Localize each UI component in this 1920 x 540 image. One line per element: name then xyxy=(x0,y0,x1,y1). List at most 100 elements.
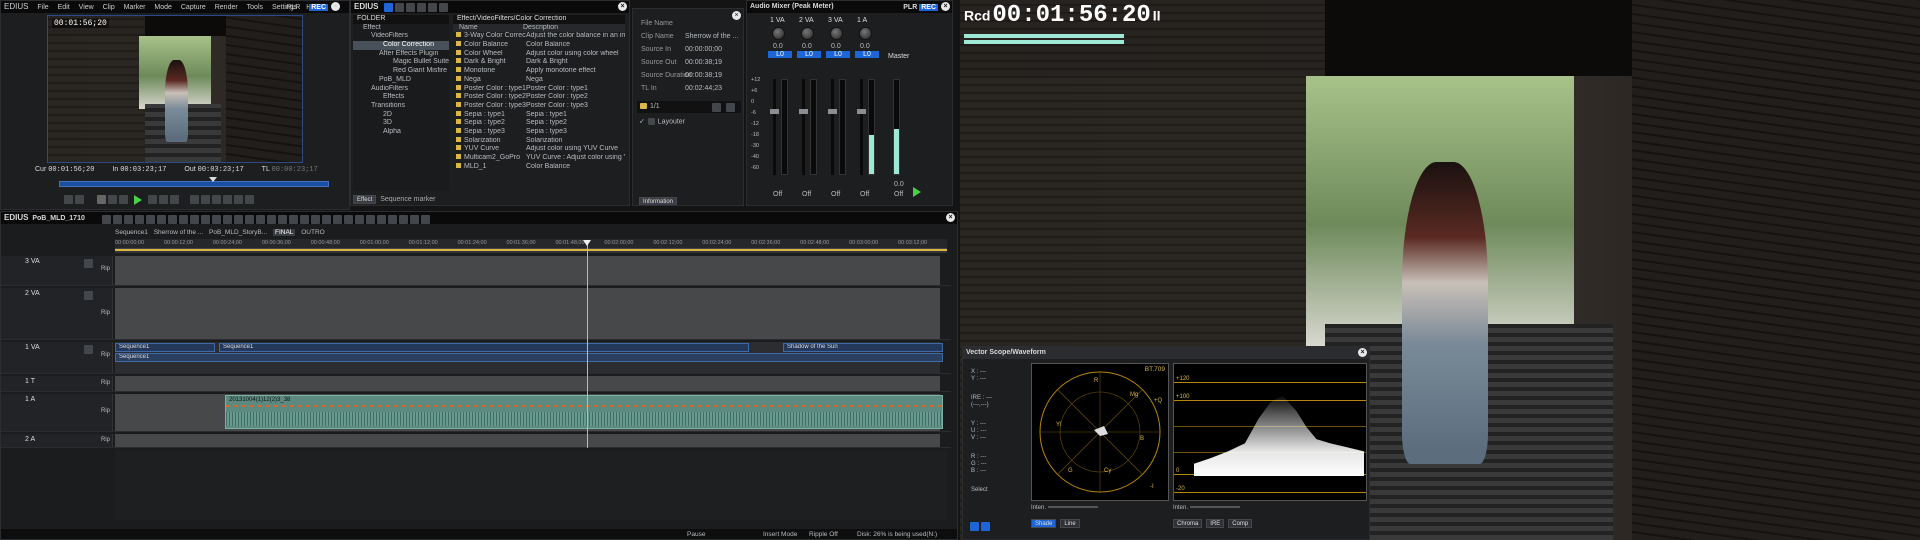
toolbar-icon[interactable] xyxy=(366,215,375,224)
tree-item[interactable]: 2D xyxy=(353,111,449,120)
close-icon[interactable]: × xyxy=(618,2,627,11)
playhead[interactable] xyxy=(587,242,588,448)
toolbar-icon[interactable] xyxy=(245,215,254,224)
toolbar-icon[interactable] xyxy=(102,215,111,224)
pan-control[interactable]: L0 xyxy=(768,51,792,58)
list-icon[interactable] xyxy=(981,522,990,531)
channel-fader[interactable] xyxy=(770,79,779,175)
tree-item[interactable]: After Effects Plugin xyxy=(353,50,449,59)
clip-sequence1-lower[interactable]: Sequence1 xyxy=(115,353,943,362)
gear-icon[interactable] xyxy=(970,522,979,531)
step-back-icon[interactable] xyxy=(118,195,128,204)
effect-item[interactable]: Nega Nega xyxy=(453,75,625,85)
close-icon[interactable]: × xyxy=(1358,348,1367,357)
tree-item[interactable]: Red Giant Misfire xyxy=(353,67,449,76)
effect-item[interactable]: Dark & Bright Dark & Bright xyxy=(453,58,625,67)
pan-control[interactable]: L0 xyxy=(855,51,879,58)
effect-item[interactable]: YUV Curve Adjust color using YUV Curve xyxy=(453,145,625,154)
export-icon[interactable] xyxy=(222,195,232,204)
check-icon[interactable]: ✓ xyxy=(639,118,645,125)
lock-icon[interactable]: Rip xyxy=(101,310,110,316)
mute-toggle[interactable]: Off xyxy=(831,191,840,198)
toolbar-icon[interactable] xyxy=(399,215,408,224)
seq-tab-active[interactable]: FINAL xyxy=(273,229,296,236)
toolbar-icon[interactable] xyxy=(267,215,276,224)
timeline-scrollbar[interactable] xyxy=(115,249,947,253)
tree-item-selected[interactable]: Color Correction xyxy=(353,41,449,50)
lock-icon[interactable]: Rip xyxy=(101,266,110,272)
effect-item[interactable]: 3-Way Color CorrectionAdjust the color b… xyxy=(453,32,625,41)
toolbar-icon[interactable] xyxy=(355,215,364,224)
lock-icon[interactable]: Rip xyxy=(101,352,110,358)
menu-icon[interactable] xyxy=(244,195,254,204)
trash-icon[interactable] xyxy=(726,103,735,112)
clip-sequence1[interactable]: Sequence1 xyxy=(115,343,215,352)
set-out-icon[interactable] xyxy=(75,195,84,204)
effect-item[interactable]: Monotone Apply monotone effect xyxy=(453,67,625,76)
toolbar-icon[interactable] xyxy=(311,215,320,224)
list-icon[interactable] xyxy=(712,103,721,112)
plr-rec-indicator[interactable]: PLR REC xyxy=(287,2,328,14)
icon-view-icon[interactable] xyxy=(428,2,438,12)
lock-icon[interactable]: Rip xyxy=(101,408,110,414)
effect-item[interactable]: Sepia : type1 Sepia : type1 xyxy=(453,110,625,120)
set-in-icon[interactable] xyxy=(64,195,73,204)
chroma-button[interactable]: Chroma xyxy=(1173,519,1203,528)
effect-item[interactable]: Poster Color : type2Poster Color : type2 xyxy=(453,93,625,102)
intensity-slider-2[interactable]: Inten. xyxy=(1173,505,1240,511)
status-insert[interactable]: Insert Mode xyxy=(763,529,797,539)
tree-item[interactable]: 3D xyxy=(353,119,449,128)
layouter-row[interactable]: ✓ Layouter xyxy=(639,117,685,126)
tab-sequence-marker[interactable]: Sequence marker xyxy=(380,196,435,203)
lock-icon[interactable]: Rip xyxy=(101,437,110,443)
toolbar-icon[interactable] xyxy=(190,215,199,224)
lock-icon[interactable]: Rip xyxy=(101,380,110,386)
scrubber-handle[interactable] xyxy=(209,177,217,182)
toolbar-icon[interactable] xyxy=(179,215,188,224)
pan-control[interactable]: L0 xyxy=(826,51,850,58)
toolbar-icon[interactable] xyxy=(344,215,353,224)
settings-icon[interactable] xyxy=(233,195,243,204)
gain-knob[interactable] xyxy=(801,27,814,40)
status-ripple[interactable]: Ripple Off xyxy=(809,529,838,539)
comp-button[interactable]: Comp xyxy=(1228,519,1253,528)
mute-toggle[interactable]: Off xyxy=(773,191,782,198)
seq-tab[interactable]: OUTRO xyxy=(301,229,324,236)
copy-icon[interactable] xyxy=(439,2,449,12)
gain-knob[interactable] xyxy=(830,27,843,40)
triangle-icon[interactable] xyxy=(395,2,405,12)
close-icon[interactable]: × xyxy=(941,2,950,11)
toolbar-icon[interactable] xyxy=(410,215,419,224)
toolbar-icon[interactable] xyxy=(135,215,144,224)
track-toggle-icon[interactable] xyxy=(84,345,93,354)
seq-tab[interactable]: Sequence1 xyxy=(115,229,148,236)
insert-icon[interactable] xyxy=(189,195,199,204)
audio-clip[interactable]: 20131004(1)12(2)3_38 xyxy=(225,395,943,429)
tree-item[interactable]: Effects xyxy=(353,93,449,102)
mute-toggle[interactable]: Off xyxy=(860,191,869,198)
toolbar-icon[interactable] xyxy=(201,215,210,224)
toolbar-icon[interactable] xyxy=(256,215,265,224)
playhead-marker[interactable] xyxy=(583,240,591,246)
effect-item[interactable]: Sepia : type3 Sepia : type3 xyxy=(453,127,625,137)
toolbar-icon[interactable] xyxy=(322,215,331,224)
toolbar-icon[interactable] xyxy=(300,215,309,224)
tree-item[interactable]: Effect xyxy=(353,24,449,33)
menu-edit[interactable]: Edit xyxy=(58,2,70,14)
toolbar-icon[interactable] xyxy=(157,215,166,224)
audio-rubberband[interactable] xyxy=(226,405,942,407)
toolbar-icon[interactable] xyxy=(223,215,232,224)
channel-fader[interactable] xyxy=(857,79,866,175)
menu-capture[interactable]: Capture xyxy=(181,2,206,14)
effect-item[interactable]: MLD_1 Color Balance xyxy=(453,162,625,172)
stop-icon[interactable] xyxy=(96,195,106,204)
effect-item[interactable]: Poster Color : type1Poster Color : type1 xyxy=(453,84,625,94)
timeline-ruler[interactable]: 00:00:00;00 00:00:12;00 00:00:24;00 00:00:3… xyxy=(115,239,947,249)
gain-knob[interactable] xyxy=(859,27,872,40)
toolbar-icon[interactable] xyxy=(278,215,287,224)
fast-forward-icon[interactable] xyxy=(158,195,168,204)
gain-knob[interactable] xyxy=(772,27,785,40)
toolbar-icon[interactable] xyxy=(421,215,430,224)
tree-item[interactable]: Alpha xyxy=(353,128,449,137)
channel-fader[interactable] xyxy=(828,79,837,175)
